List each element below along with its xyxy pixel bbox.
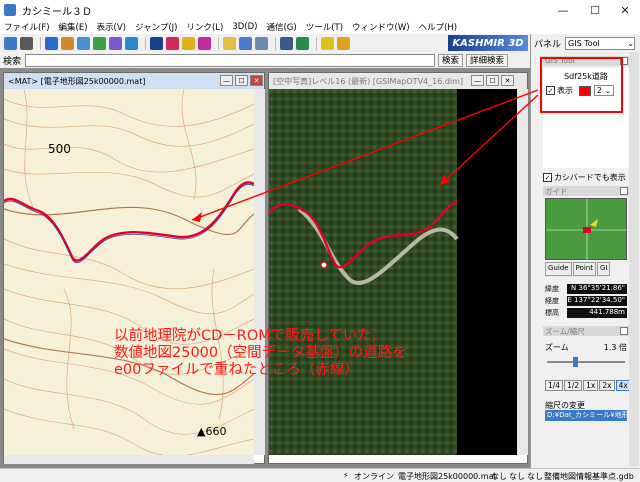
- app-window: カシミール３Ｄ — ☐ ✕ ファイル(F) 編集(E) 表示(V) ジャンプ(J…: [0, 0, 640, 482]
- annotation-arrow: [191, 89, 539, 221]
- annotation-highlight-box: [540, 57, 623, 113]
- annotation-arrowhead: [192, 212, 202, 222]
- annotation-line-1: 以前地理院がCD－ROMで販売していた,: [114, 328, 377, 344]
- annotation-text: 以前地理院がCD－ROMで販売していた, 数値地図25000（空間データ基盤）の…: [114, 328, 444, 379]
- annotation-line-3: e00ファイルで重ねたところ（赤線）: [114, 362, 359, 378]
- annotation-line-2: 数値地図25000（空間データ基盤）の道路を: [114, 345, 407, 361]
- annotation-arrowhead: [440, 174, 450, 185]
- annotation-overlay: [191, 57, 623, 222]
